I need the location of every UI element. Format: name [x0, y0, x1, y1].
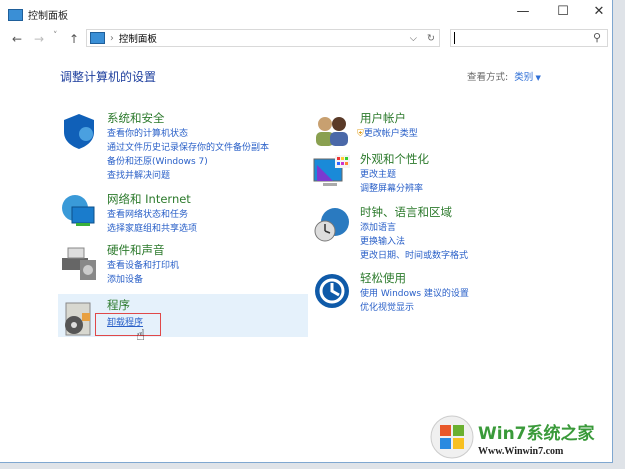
minimize-button[interactable]: — — [508, 4, 538, 19]
up-button[interactable]: ↑ — [69, 32, 79, 46]
category-title[interactable]: 硬件和声音 — [107, 242, 165, 258]
printer-icon — [62, 247, 96, 280]
refresh-icon[interactable]: ↻ — [427, 33, 435, 44]
window-title: 控制面板 — [28, 11, 68, 22]
control-panel-icon — [90, 32, 105, 44]
text-cursor — [454, 32, 455, 44]
category-title[interactable]: 时钟、语言和区域 — [360, 204, 452, 220]
globe-clock-icon — [314, 208, 349, 242]
category-link[interactable]: 通过文件历史记录保存你的文件备份副本 — [107, 140, 269, 153]
category-link[interactable]: 更换输入法 — [360, 234, 405, 247]
uac-shield-icon: ⛨ — [357, 129, 364, 139]
category-link[interactable]: 使用 Windows 建议的设置 — [360, 286, 469, 299]
monitor-palette-icon — [313, 155, 350, 186]
category-title[interactable]: 程序 — [107, 297, 130, 313]
view-by-label: 查看方式: — [467, 72, 509, 83]
watermark: Win7系统之家 Www.Winwin7.com — [430, 415, 620, 467]
category-link[interactable]: 添加语言 — [360, 220, 396, 233]
category-link[interactable]: 查找并解决问题 — [107, 168, 170, 181]
category-link[interactable]: 备份和还原(Windows 7) — [107, 154, 208, 167]
category-title[interactable]: 网络和 Internet — [107, 191, 191, 207]
close-button[interactable]: ✕ — [584, 4, 614, 19]
category-title[interactable]: 轻松使用 — [360, 270, 406, 286]
category-link[interactable]: 调整屏幕分辨率 — [360, 181, 423, 194]
search-icon[interactable]: ⚲ — [593, 31, 601, 44]
highlight-box — [95, 313, 161, 336]
recent-locations-button[interactable]: ˅ — [53, 31, 58, 41]
page-title: 调整计算机的设置 — [60, 70, 157, 84]
category-link[interactable]: 查看你的计算机状态 — [107, 126, 188, 139]
category-link[interactable]: 更改日期、时间或数字格式 — [360, 248, 468, 261]
category-link[interactable]: 选择家庭组和共享选项 — [107, 221, 197, 234]
back-button[interactable]: ← — [12, 32, 22, 46]
maximize-button[interactable]: ☐ — [548, 4, 578, 19]
category-link[interactable]: 优化视觉显示 — [360, 300, 414, 313]
network-globe-icon — [62, 195, 95, 226]
category-title[interactable]: 系统和安全 — [107, 110, 165, 126]
control-panel-window: 控制面板 — ☐ ✕ ← → ˅ ↑ › 控制面板 ⌵ ↻ ⚲ 调整计算机的设置… — [0, 0, 613, 463]
shield-icon — [64, 114, 94, 149]
category-title[interactable]: 外观和个性化 — [360, 151, 429, 167]
breadcrumb-separator: › — [110, 32, 114, 44]
address-bar[interactable]: › 控制面板 ⌵ ↻ — [86, 29, 440, 47]
address-dropdown-icon[interactable]: ⌵ — [410, 33, 417, 44]
category-link[interactable]: 查看设备和打印机 — [107, 258, 179, 271]
windows-logo-icon — [430, 415, 474, 459]
breadcrumb-control-panel[interactable]: 控制面板 — [119, 31, 157, 45]
users-icon — [316, 117, 348, 146]
view-by-dropdown[interactable]: 类别 — [514, 72, 533, 83]
programs-icon — [65, 302, 91, 336]
search-input[interactable]: ⚲ — [450, 29, 608, 47]
view-by: 查看方式: 类别 ▼ — [467, 72, 541, 83]
forward-button[interactable]: → — [34, 32, 44, 46]
ease-of-access-icon — [315, 274, 349, 308]
category-link[interactable]: ⛨更改帐户类型 — [357, 126, 418, 139]
category-link[interactable]: 查看网络状态和任务 — [107, 207, 188, 220]
control-panel-icon — [8, 8, 23, 21]
hand-cursor-icon: ☝ — [136, 326, 146, 344]
link-text: 更改帐户类型 — [363, 129, 418, 139]
category-title[interactable]: 用户帐户 — [360, 110, 406, 126]
category-link[interactable]: 更改主题 — [360, 167, 396, 180]
watermark-brand: Win7系统之家 — [478, 424, 595, 444]
title-bar: 控制面板 — [8, 7, 68, 22]
watermark-url: Www.Winwin7.com — [478, 446, 564, 457]
category-link[interactable]: 添加设备 — [107, 272, 143, 285]
